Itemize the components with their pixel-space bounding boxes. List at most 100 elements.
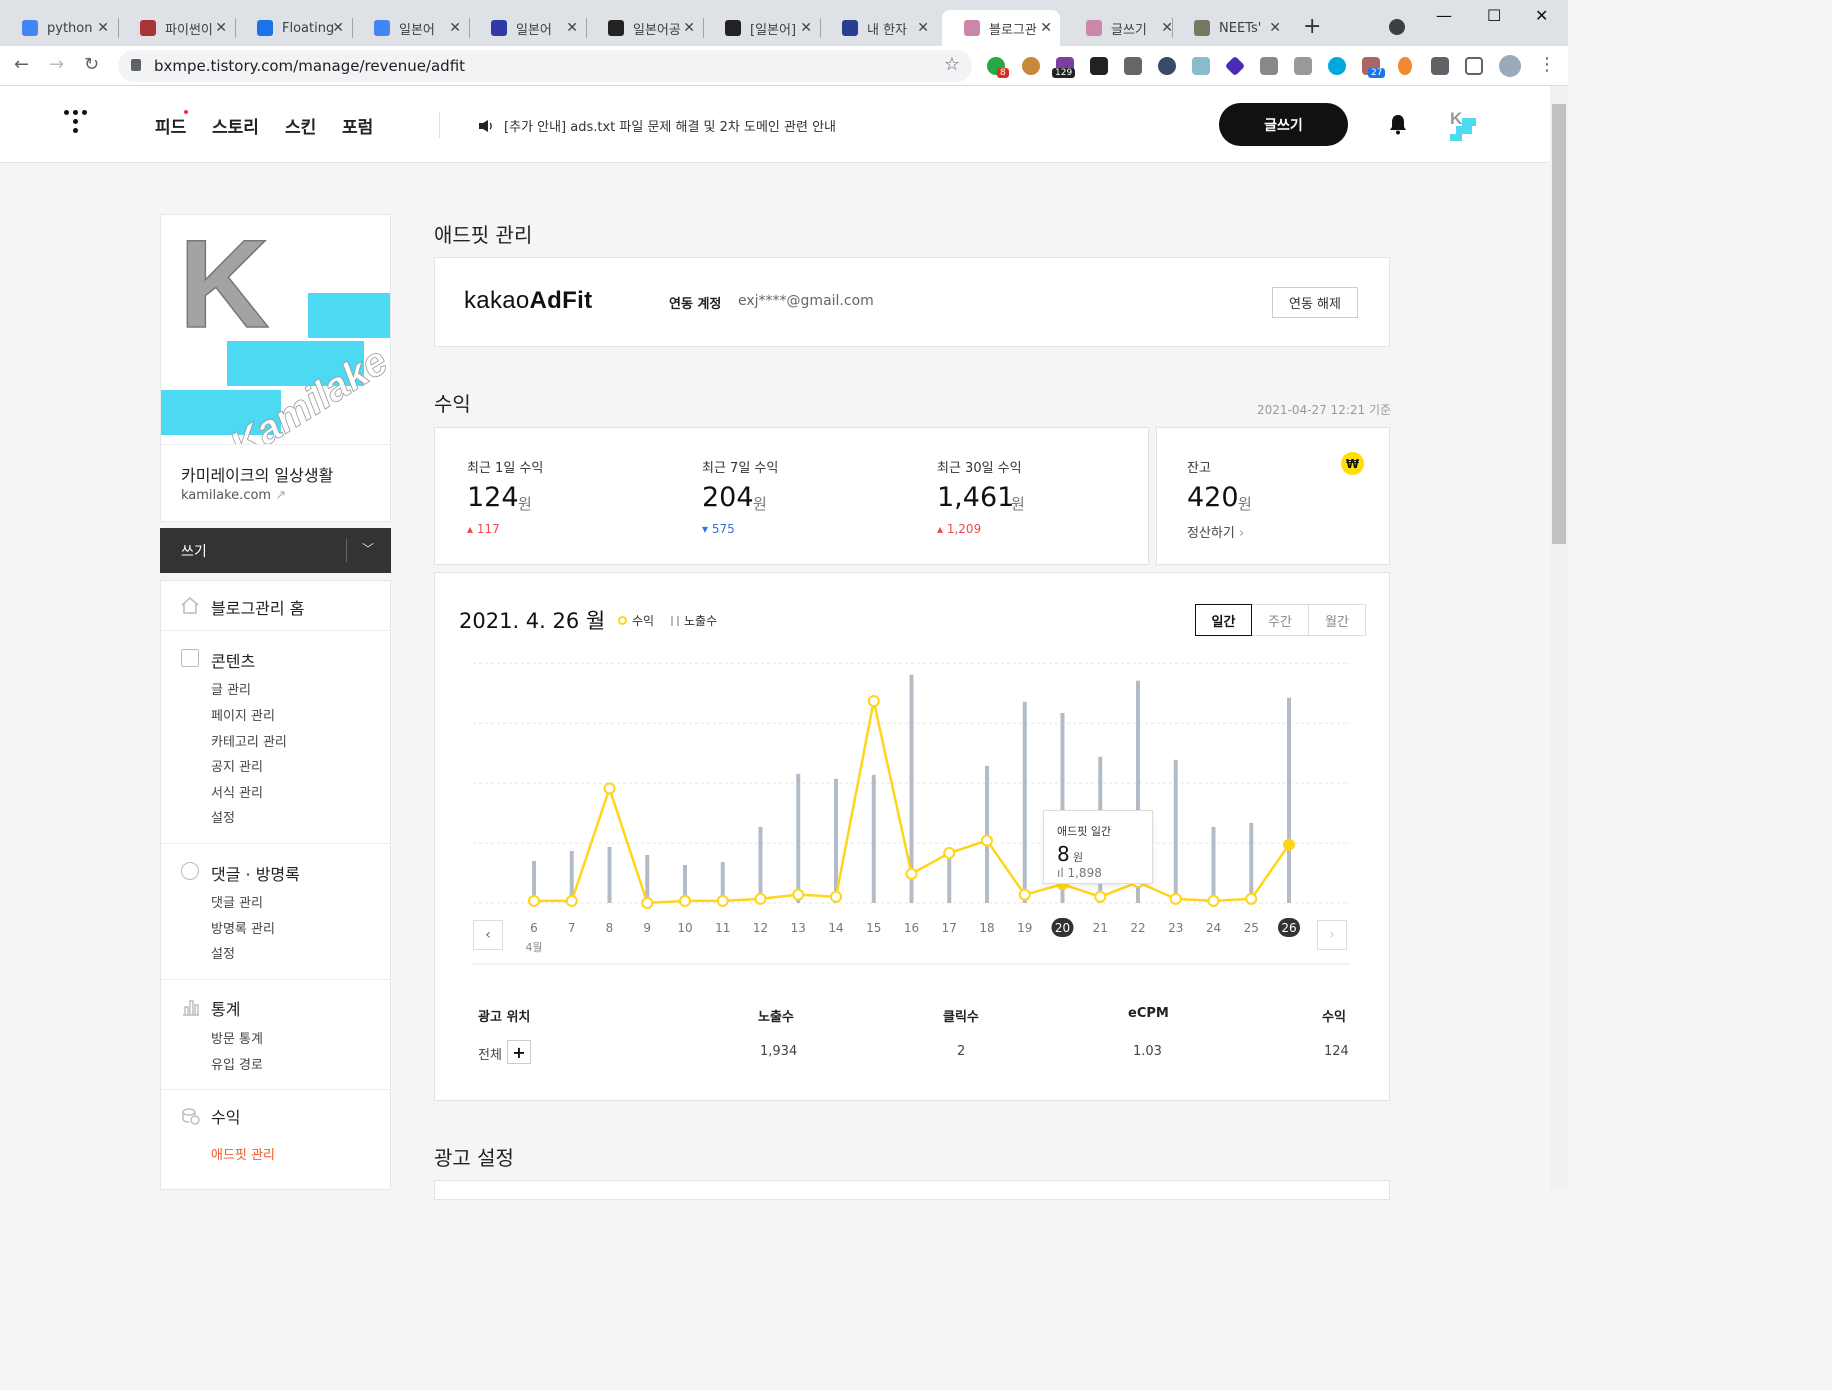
revenue-point[interactable] <box>716 894 729 907</box>
browser-tab[interactable]: Floating ✕ <box>235 10 352 46</box>
revenue-point[interactable] <box>792 888 805 901</box>
browser-tab[interactable]: 파이썬이 ✕ <box>118 10 235 46</box>
sidebar-section-comments[interactable]: 댓글 · 방명록 <box>211 861 300 885</box>
reload-icon[interactable]: ↻ <box>84 54 99 75</box>
blog-logo-image[interactable]: K Kamilake <box>161 215 390 444</box>
impressions-bar[interactable] <box>1249 822 1254 903</box>
nav-forum[interactable]: 포럼 <box>342 113 373 138</box>
revenue-point[interactable] <box>981 834 993 847</box>
close-tab-icon[interactable]: ✕ <box>683 20 695 36</box>
nav-story[interactable]: 스토리 <box>212 113 259 138</box>
url-extension-icon[interactable] <box>1090 57 1108 75</box>
chart-prev-button[interactable]: ‹ <box>473 920 503 950</box>
extension-icon[interactable] <box>1398 57 1412 75</box>
impressions-bar[interactable] <box>607 846 612 903</box>
back-icon[interactable]: ← <box>14 54 29 75</box>
close-window-icon[interactable]: ✕ <box>1535 6 1548 25</box>
chart-next-button[interactable]: › <box>1317 920 1347 950</box>
chevron-down-icon[interactable]: ﹀ <box>362 540 374 557</box>
sidebar-write-button[interactable]: 쓰기 ﹀ <box>160 528 391 573</box>
browser-tab[interactable]: 블로그관 ✕ <box>942 10 1060 46</box>
write-post-button[interactable]: 글쓰기 <box>1219 103 1348 146</box>
revenue-point[interactable] <box>1283 838 1295 851</box>
nav-feed[interactable]: 피드 <box>155 113 186 138</box>
sidebar-section-contents[interactable]: 콘텐츠 <box>211 648 255 672</box>
sidebar-section-revenue[interactable]: 수익 <box>211 1104 240 1128</box>
maximize-icon[interactable]: ☐ <box>1487 6 1501 25</box>
blog-url-link[interactable]: kamilake.com ↗ <box>181 488 286 503</box>
address-url[interactable]: bxmpe.tistory.com/manage/revenue/adfit <box>154 57 465 75</box>
revenue-point[interactable] <box>754 892 767 905</box>
impressions-bar[interactable] <box>1173 759 1178 903</box>
cast-icon[interactable] <box>1465 57 1483 75</box>
sidebar-section-stats[interactable]: 통계 <box>211 996 240 1020</box>
revenue-point[interactable] <box>867 695 880 707</box>
cookie-extension-icon[interactable] <box>1022 57 1040 75</box>
impressions-bar[interactable] <box>796 773 801 903</box>
browser-tab[interactable]: [일본어] ✕ <box>703 10 820 46</box>
close-tab-icon[interactable]: ✕ <box>449 20 461 36</box>
sidebar-item-categories[interactable]: 카테고리 관리 <box>211 731 287 750</box>
unlink-button[interactable]: 연동 해제 <box>1272 287 1358 318</box>
browser-tab[interactable]: python ✕ <box>0 10 117 46</box>
minimize-icon[interactable]: — <box>1436 6 1452 25</box>
bell-icon[interactable] <box>1387 113 1409 135</box>
revenue-chart[interactable]: 6 7 8 9 10 11 12 13 14 15 16 17 18 19 20 21 22 23 24 25 26 4월 <box>435 640 1390 970</box>
close-tab-icon[interactable]: ✕ <box>566 20 578 36</box>
tistory-logo-icon[interactable] <box>64 110 94 140</box>
sidebar-item-notices[interactable]: 공지 관리 <box>211 756 263 775</box>
expand-plus-button[interactable]: + <box>507 1040 531 1064</box>
sidebar-item-contents-settings[interactable]: 설정 <box>211 807 235 826</box>
recycle-extension-icon[interactable] <box>1192 57 1210 75</box>
settle-link[interactable]: 정산하기 › <box>1187 522 1244 541</box>
revenue-point[interactable] <box>679 894 691 907</box>
close-tab-icon[interactable]: ✕ <box>1269 20 1281 36</box>
ublock-extension-icon[interactable] <box>1124 57 1142 75</box>
period-monthly-button[interactable]: 월간 <box>1308 604 1366 636</box>
impressions-bar[interactable] <box>871 774 876 903</box>
camera-extension-icon[interactable] <box>1294 57 1312 75</box>
cursor-extension-icon[interactable] <box>1158 57 1176 75</box>
sidebar-item-adfit[interactable]: 애드핏 관리 <box>211 1144 275 1163</box>
browser-tab[interactable]: 내 한자 ✕ <box>820 10 937 46</box>
revenue-point[interactable] <box>1207 894 1220 907</box>
impressions-bar[interactable] <box>758 826 763 903</box>
impressions-bar[interactable] <box>1211 826 1216 903</box>
revenue-point[interactable] <box>943 847 956 860</box>
new-tab-button[interactable]: + <box>1303 14 1321 39</box>
sidebar-item-referrers[interactable]: 유입 경로 <box>211 1054 263 1073</box>
sidebar-item-templates[interactable]: 서식 관리 <box>211 782 263 801</box>
blog-name[interactable]: 카미레이크의 일상생활 <box>181 462 333 486</box>
browser-tab[interactable]: 일본어 ✕ <box>469 10 586 46</box>
forward-icon[interactable]: → <box>49 54 64 75</box>
address-bar[interactable]: bxmpe.tistory.com/manage/revenue/adfit ☆ <box>118 50 972 82</box>
sidebar-item-comments[interactable]: 댓글 관리 <box>211 892 263 911</box>
nav-skin[interactable]: 스킨 <box>285 113 316 138</box>
revenue-point[interactable] <box>641 897 654 909</box>
period-weekly-button[interactable]: 주간 <box>1251 604 1309 636</box>
close-tab-icon[interactable]: ✕ <box>215 20 227 36</box>
sidebar-item-home[interactable]: 블로그관리 홈 <box>211 595 304 619</box>
sidebar-item-pages[interactable]: 페이지 관리 <box>211 705 275 724</box>
close-tab-icon[interactable]: ✕ <box>97 20 109 36</box>
extension-icon[interactable] <box>1328 57 1346 75</box>
impressions-bar[interactable] <box>1287 697 1291 903</box>
revenue-point[interactable] <box>528 894 540 907</box>
close-tab-icon[interactable]: ✕ <box>800 20 812 36</box>
download-extension-icon[interactable] <box>1260 57 1278 75</box>
impressions-bar[interactable] <box>1022 701 1027 903</box>
menu-kebab-icon[interactable]: ⋮ <box>1538 54 1556 75</box>
scrollbar-thumb[interactable] <box>1552 104 1566 544</box>
impressions-bar[interactable] <box>947 858 952 903</box>
revenue-point[interactable] <box>1018 888 1031 901</box>
revenue-point[interactable] <box>603 782 616 795</box>
sidebar-item-visit-stats[interactable]: 방문 통계 <box>211 1028 263 1047</box>
sidebar-item-guestbook[interactable]: 방명록 관리 <box>211 918 275 937</box>
page-scrollbar[interactable] <box>1550 86 1568 1190</box>
bookmark-star-icon[interactable]: ☆ <box>944 54 960 75</box>
puzzle-extension-icon[interactable] <box>1431 57 1449 75</box>
period-daily-button[interactable]: 일간 <box>1195 604 1252 636</box>
sidebar-item-comments-settings[interactable]: 설정 <box>211 943 235 962</box>
extension-icon[interactable] <box>1224 55 1246 77</box>
impressions-bar[interactable] <box>985 765 989 903</box>
